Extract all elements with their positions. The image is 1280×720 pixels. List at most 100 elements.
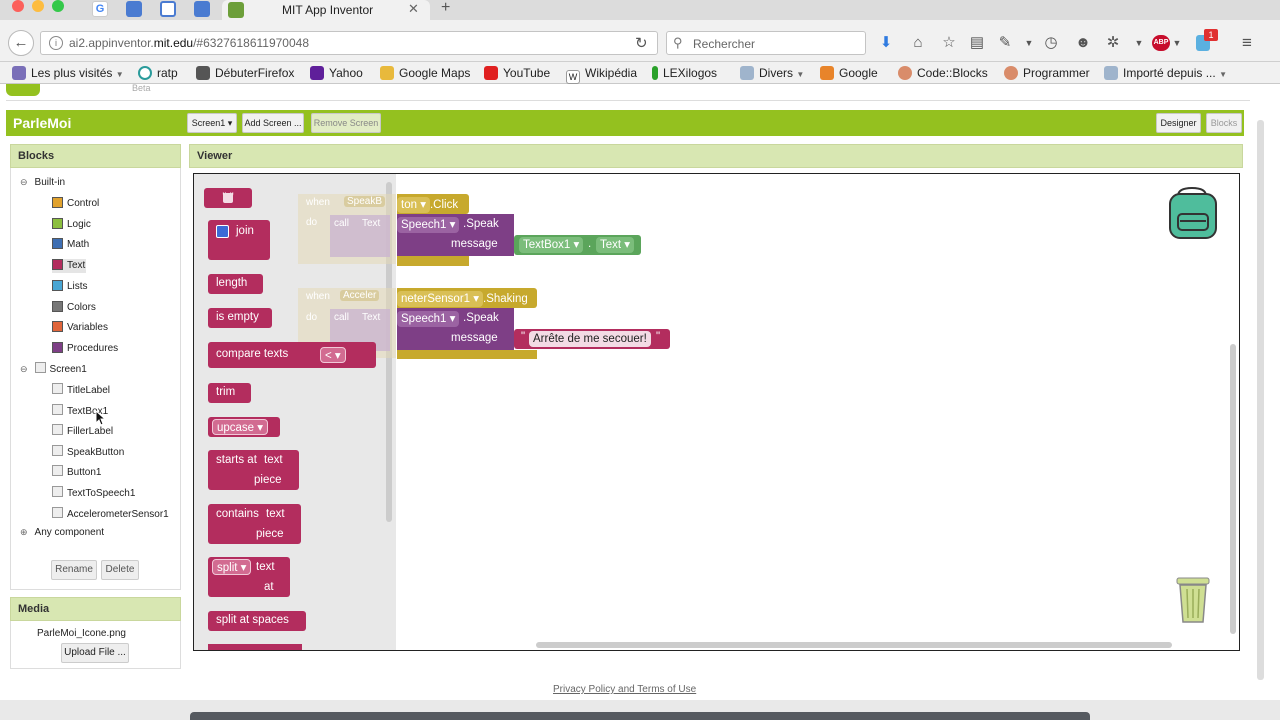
- screen-select[interactable]: Screen1 ▾: [187, 113, 237, 133]
- eyedropper-icon[interactable]: ✎: [996, 34, 1014, 52]
- text-string-flyout-block[interactable]: " ": [204, 188, 252, 208]
- upload-file-button[interactable]: Upload File ...: [61, 643, 129, 663]
- vertical-scrollbar[interactable]: [1230, 344, 1236, 634]
- dropdown-arrow-icon-2[interactable]: ▼: [1130, 34, 1148, 52]
- bookmark-programmer[interactable]: Programmer: [1004, 65, 1090, 81]
- component-item-accelerometersensor1[interactable]: AccelerometerSensor1: [52, 506, 169, 521]
- download-icon[interactable]: ⬇: [877, 34, 895, 52]
- search-field[interactable]: ⚲ Rechercher: [666, 31, 866, 55]
- trim-block[interactable]: trim: [208, 383, 251, 403]
- bookmark-google[interactable]: Google: [820, 65, 878, 81]
- join-block[interactable]: join: [208, 220, 270, 260]
- upcase-block[interactable]: upcase ▾: [208, 417, 280, 437]
- rename-button[interactable]: Rename: [51, 560, 97, 580]
- page-scrollbar[interactable]: [1257, 120, 1264, 680]
- compare-texts-block[interactable]: compare texts < ▾: [208, 342, 376, 368]
- bookmark-youtube[interactable]: YouTube: [484, 65, 550, 81]
- sensor-dropdown[interactable]: neterSensor1 ▾: [397, 291, 484, 307]
- builtin-item-control[interactable]: Control: [52, 197, 99, 211]
- privacy-link[interactable]: Privacy Policy and Terms of Use: [553, 684, 696, 695]
- textbox-dropdown[interactable]: TextBox1 ▾: [519, 237, 584, 253]
- bookmark-yahoo[interactable]: Yahoo: [310, 65, 363, 81]
- dropdown-arrow-icon[interactable]: ▼: [1020, 34, 1038, 52]
- info-icon[interactable]: i: [49, 36, 63, 50]
- google-tab-icon[interactable]: G: [92, 1, 108, 17]
- home-icon[interactable]: ⌂: [909, 34, 927, 52]
- property-dropdown[interactable]: Text ▾: [596, 237, 635, 253]
- when-click-event-block[interactable]: ton ▾ .Click: [397, 194, 469, 214]
- slides-tab-icon-2[interactable]: [194, 1, 210, 17]
- bookmark-firefox[interactable]: DébuterFirefox: [196, 65, 294, 81]
- layout-tab-icon[interactable]: [160, 1, 176, 17]
- reading-list-icon[interactable]: ▤: [968, 34, 986, 52]
- bookmark-imported[interactable]: Importé depuis ... ▼: [1104, 65, 1227, 81]
- delete-button[interactable]: Delete: [101, 560, 139, 580]
- address-bar[interactable]: i ai2.appinventor.mit.edu/#6327618611970…: [40, 31, 658, 55]
- component-item-fillerlabel[interactable]: FillerLabel: [52, 424, 113, 438]
- contains-block[interactable]: contains text piece: [208, 504, 301, 544]
- builtin-item-logic[interactable]: Logic: [52, 217, 91, 232]
- dropdown-arrow-icon-3[interactable]: ▼: [1168, 34, 1186, 52]
- builtin-item-colors[interactable]: Colors: [52, 300, 96, 315]
- call-speak-block-2[interactable]: Speech1 ▾ .Speak message: [397, 308, 514, 350]
- collapse-icon[interactable]: ⊖: [20, 364, 28, 374]
- partial-next-block[interactable]: [208, 644, 302, 650]
- builtin-tree-node[interactable]: ⊖ Built-in: [20, 175, 65, 189]
- builtin-item-math[interactable]: Math: [52, 238, 89, 252]
- expand-icon[interactable]: ⊕: [20, 527, 28, 537]
- component-dropdown[interactable]: ton ▾: [397, 197, 430, 213]
- builtin-item-variables[interactable]: Variables: [52, 321, 108, 335]
- textbox-text-getter-block[interactable]: TextBox1 ▾ . Text ▾: [514, 235, 641, 255]
- designer-button[interactable]: Designer: [1156, 113, 1201, 133]
- chat-icon[interactable]: ☻: [1074, 34, 1092, 52]
- add-screen-button[interactable]: Add Screen ...: [242, 113, 304, 133]
- any-component-node[interactable]: ⊕ Any component: [20, 525, 104, 539]
- remove-screen-button[interactable]: Remove Screen: [311, 113, 381, 133]
- history-icon[interactable]: ◷: [1042, 34, 1060, 52]
- component-item-titlelabel[interactable]: TitleLabel: [52, 383, 110, 397]
- speech-dropdown[interactable]: Speech1 ▾: [397, 217, 460, 233]
- is-empty-block[interactable]: is empty: [208, 308, 272, 328]
- gear-icon[interactable]: [216, 225, 229, 238]
- media-file[interactable]: ParleMoi_Icone.png: [37, 628, 126, 639]
- bookmark-divers[interactable]: Divers ▼: [740, 65, 804, 81]
- upcase-dropdown[interactable]: upcase ▾: [212, 419, 269, 435]
- close-tab-icon[interactable]: ✕: [408, 1, 419, 17]
- builtin-item-procedures[interactable]: Procedures: [52, 341, 118, 356]
- call-speak-block-1[interactable]: Speech1 ▾ .Speak message: [397, 214, 514, 256]
- collapse-icon[interactable]: ⊖: [20, 177, 28, 187]
- menu-icon[interactable]: ≡: [1238, 34, 1256, 52]
- builtin-item-lists[interactable]: Lists: [52, 279, 88, 294]
- blocks-button[interactable]: Blocks: [1206, 113, 1242, 133]
- builtin-item-text[interactable]: Text: [52, 259, 86, 274]
- starts-at-block[interactable]: starts at text piece: [208, 450, 299, 490]
- speech-dropdown-2[interactable]: Speech1 ▾: [397, 311, 460, 327]
- text-string-block[interactable]: " Arrête de me secouer! ": [514, 329, 670, 349]
- bookmark-codeblocks[interactable]: Code::Blocks: [898, 65, 988, 81]
- horizontal-scrollbar[interactable]: [536, 642, 1172, 648]
- bookmark-most-visited[interactable]: Les plus visités ▼: [12, 65, 124, 81]
- component-item-button1[interactable]: Button1: [52, 465, 101, 479]
- close-window-button[interactable]: [12, 0, 24, 12]
- minimize-window-button[interactable]: [32, 0, 44, 12]
- reload-icon[interactable]: ↻: [635, 34, 648, 52]
- split-dropdown[interactable]: split ▾: [212, 559, 252, 575]
- extension-icon[interactable]: ✲: [1104, 34, 1122, 52]
- compare-operator-dropdown[interactable]: < ▾: [320, 347, 346, 363]
- component-item-texttospeech1[interactable]: TextToSpeech1: [52, 486, 135, 500]
- screen1-tree-node[interactable]: ⊖ Screen1: [20, 362, 87, 376]
- bookmark-wikipedia[interactable]: W Wikipédia: [566, 65, 637, 84]
- backpack-icon[interactable]: [1164, 184, 1222, 242]
- length-block[interactable]: length: [208, 274, 263, 294]
- new-tab-icon[interactable]: +: [441, 0, 450, 17]
- maximize-window-button[interactable]: [52, 0, 64, 12]
- text-string-value[interactable]: Arrête de me secouer!: [529, 331, 651, 347]
- bookmark-lexilogos[interactable]: LEXilogos: [652, 65, 717, 81]
- split-block[interactable]: split ▾ text at: [208, 557, 290, 597]
- split-at-spaces-block[interactable]: split at spaces: [208, 611, 306, 631]
- back-arrow-icon[interactable]: ←: [8, 30, 34, 56]
- slides-tab-icon[interactable]: [126, 1, 142, 17]
- bookmark-ratp[interactable]: ratp: [138, 65, 178, 81]
- trash-icon[interactable]: [1172, 572, 1214, 626]
- component-item-speakbutton[interactable]: SpeakButton: [52, 444, 124, 459]
